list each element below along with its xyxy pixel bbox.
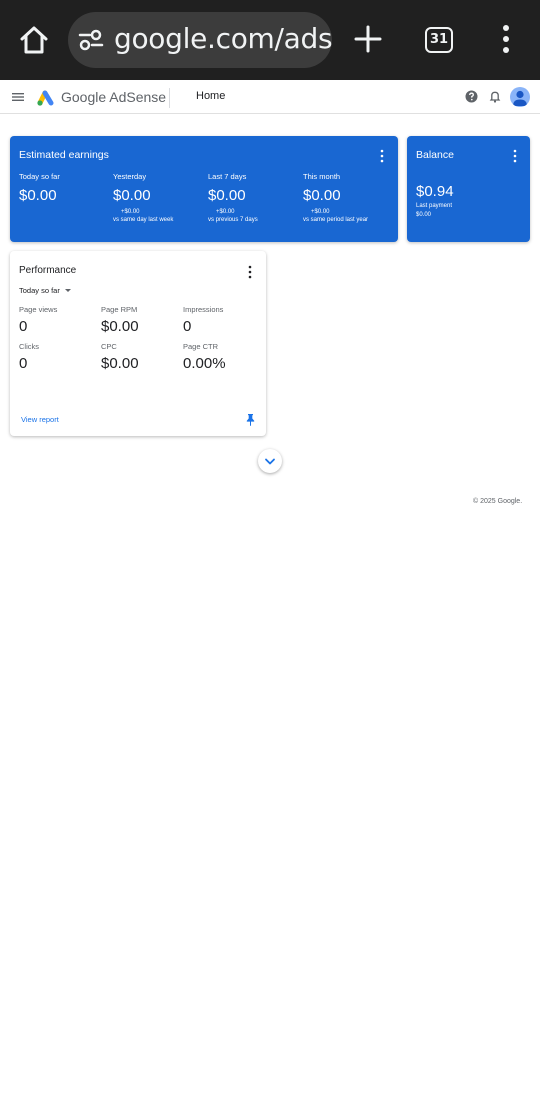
metric-value: 0 bbox=[19, 318, 28, 335]
metric-label: Page views bbox=[19, 305, 58, 314]
metric-label: Impressions bbox=[183, 305, 224, 314]
copyright-footer: © 2025 Google. bbox=[473, 498, 523, 505]
metric-last-7-days[interactable]: Last 7 days $0.00 +$0.00 vs previous 7 d… bbox=[208, 172, 298, 223]
browser-menu-button[interactable] bbox=[498, 24, 514, 54]
adsense-logo-icon bbox=[37, 90, 54, 106]
metric-value: $0.00 bbox=[303, 187, 341, 204]
metric-value: $0.00 bbox=[113, 187, 151, 204]
plus-icon bbox=[354, 25, 382, 53]
metric-clicks[interactable]: Clicks 0 bbox=[19, 342, 99, 372]
metric-label: CPC bbox=[101, 342, 117, 351]
metric-value: $0.00 bbox=[101, 318, 139, 335]
more-vert-icon bbox=[503, 25, 509, 53]
product-name[interactable]: Google AdSense bbox=[61, 89, 166, 105]
metric-delta: +$0.00 bbox=[216, 209, 235, 215]
metric-today[interactable]: Today so far $0.00 bbox=[19, 172, 109, 204]
performance-card: Performance Today so far Page views 0 Pa… bbox=[10, 251, 266, 436]
metric-label: Clicks bbox=[19, 342, 39, 351]
card-title: Estimated earnings bbox=[19, 149, 109, 161]
tab-switcher-button[interactable]: 31 bbox=[425, 27, 453, 53]
more-vert-icon[interactable] bbox=[379, 149, 385, 163]
metric-impressions[interactable]: Impressions 0 bbox=[183, 305, 263, 335]
metric-value: $0.00 bbox=[19, 187, 57, 204]
show-more-button[interactable] bbox=[258, 449, 282, 473]
estimated-earnings-card: Estimated earnings Today so far $0.00 Ye… bbox=[10, 136, 398, 242]
metric-this-month[interactable]: This month $0.00 +$0.00 vs same period l… bbox=[303, 172, 393, 223]
more-vert-icon[interactable] bbox=[512, 149, 518, 163]
caret-down-icon bbox=[64, 289, 71, 292]
view-report-link[interactable]: View report bbox=[21, 415, 59, 424]
browser-toolbar: google.com/ads 31 bbox=[0, 0, 540, 80]
metric-value: $0.00 bbox=[101, 355, 139, 372]
balance-card: Balance $0.94 Last payment $0.00 bbox=[407, 136, 530, 242]
date-range-dropdown[interactable]: Today so far bbox=[19, 286, 71, 295]
last-payment-value: $0.00 bbox=[416, 212, 432, 218]
metric-page-ctr[interactable]: Page CTR 0.00% bbox=[183, 342, 263, 372]
header-divider bbox=[169, 88, 170, 108]
chevron-down-icon bbox=[265, 458, 275, 465]
menu-icon[interactable] bbox=[11, 91, 25, 103]
date-range-value: Today so far bbox=[19, 286, 60, 295]
address-bar[interactable]: google.com/ads bbox=[68, 12, 332, 68]
metric-label: Page RPM bbox=[101, 305, 138, 314]
metric-value: 0 bbox=[183, 318, 192, 335]
page-title: Home bbox=[196, 90, 226, 102]
site-settings-icon[interactable] bbox=[78, 28, 104, 52]
metric-label: Page CTR bbox=[183, 342, 219, 351]
metric-label: Last 7 days bbox=[208, 172, 247, 181]
metric-label: Yesterday bbox=[113, 172, 147, 181]
home-icon bbox=[20, 26, 48, 54]
metric-value: 0.00% bbox=[183, 355, 226, 372]
last-payment-label: Last payment bbox=[416, 203, 453, 209]
help-icon[interactable] bbox=[465, 90, 478, 103]
metric-compare: vs same day last week bbox=[113, 217, 174, 223]
balance-value: $0.94 bbox=[416, 183, 454, 200]
metric-delta: +$0.00 bbox=[311, 209, 330, 215]
metric-page-rpm[interactable]: Page RPM $0.00 bbox=[101, 305, 181, 335]
metric-yesterday[interactable]: Yesterday $0.00 +$0.00 vs same day last … bbox=[113, 172, 203, 223]
url-text: google.com/ads bbox=[114, 22, 332, 55]
metric-delta: +$0.00 bbox=[121, 209, 140, 215]
metric-value: $0.00 bbox=[208, 187, 246, 204]
metric-compare: vs previous 7 days bbox=[208, 217, 258, 223]
notifications-icon[interactable] bbox=[489, 90, 501, 103]
new-tab-button[interactable] bbox=[352, 22, 384, 56]
metric-compare: vs same period last year bbox=[303, 217, 369, 223]
home-button[interactable] bbox=[16, 22, 52, 58]
card-title: Balance bbox=[416, 149, 454, 161]
metric-label: This month bbox=[303, 172, 341, 181]
metric-cpc[interactable]: CPC $0.00 bbox=[101, 342, 181, 372]
pin-icon[interactable] bbox=[246, 413, 255, 426]
metric-label: Today so far bbox=[19, 172, 60, 181]
more-vert-icon[interactable] bbox=[247, 265, 253, 279]
app-header: Google AdSense Home bbox=[0, 81, 540, 114]
card-title: Performance bbox=[19, 265, 77, 276]
metric-page-views[interactable]: Page views 0 bbox=[19, 305, 99, 335]
metric-value: 0 bbox=[19, 355, 28, 372]
account-avatar[interactable] bbox=[510, 87, 530, 107]
person-icon bbox=[513, 90, 527, 106]
